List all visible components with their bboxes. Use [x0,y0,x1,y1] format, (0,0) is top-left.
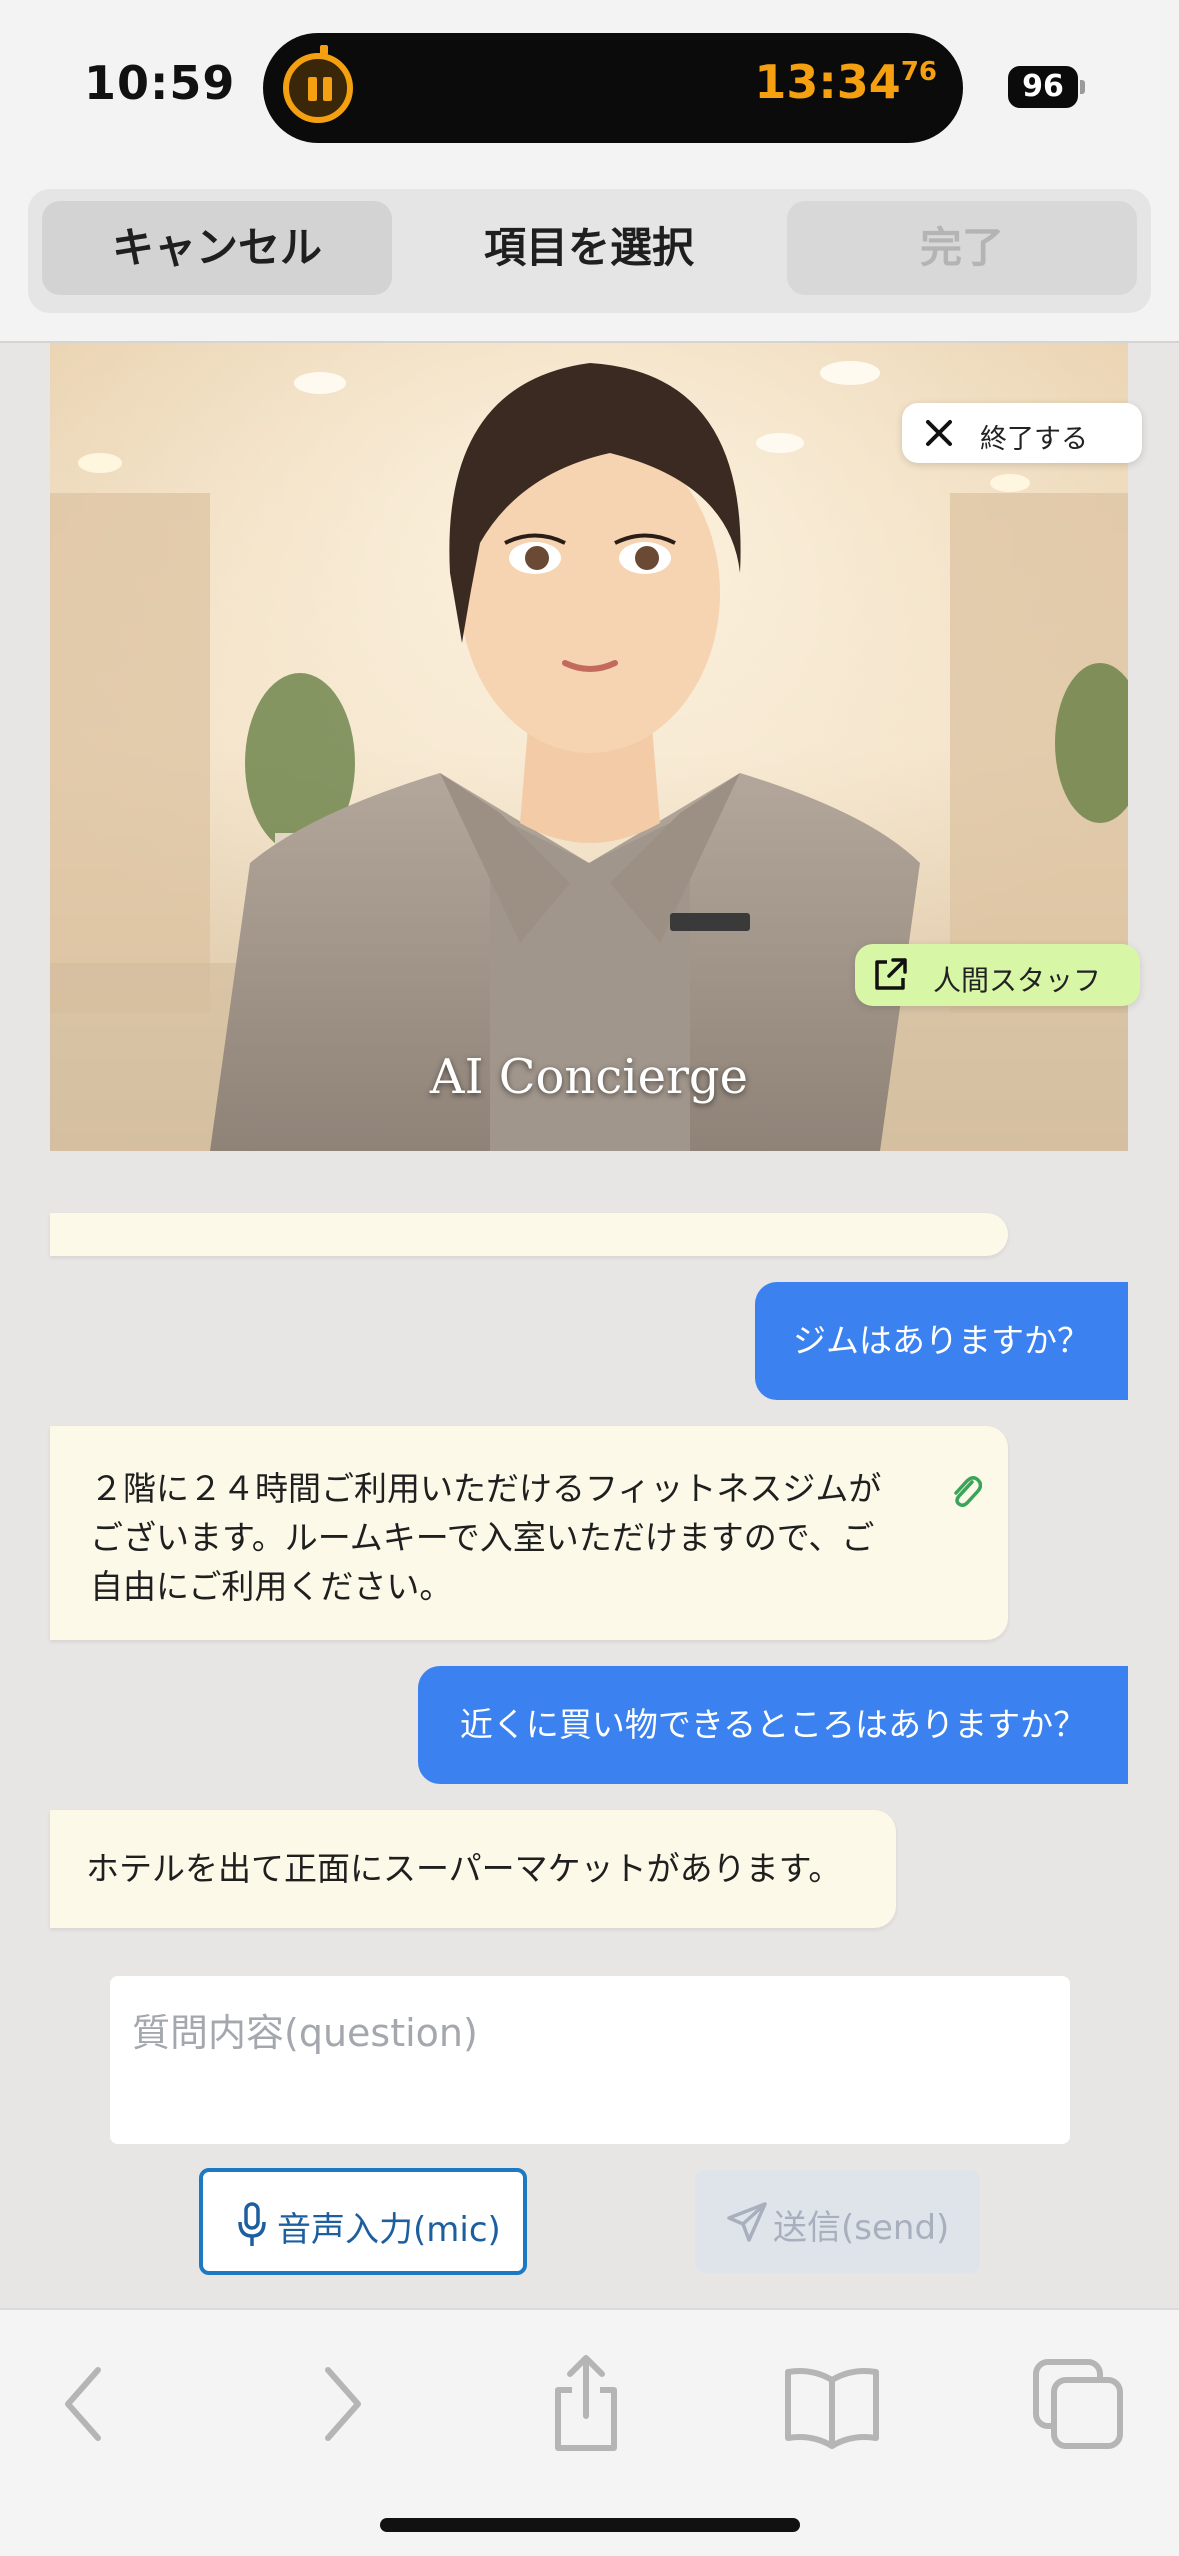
timer-main: 13:34 [754,55,901,109]
end-session-label: 終了する [980,424,1088,455]
forward-icon[interactable] [290,2354,390,2454]
browser-toolbar [0,2308,1179,2556]
done-button[interactable]: 完了 [787,201,1137,295]
end-session-button[interactable]: 終了する [902,403,1142,463]
voice-input-label: 音声入力(mic) [277,2210,501,2250]
selection-title: 項目を選択 [483,223,694,272]
user-message: ジムはありますか？ [755,1282,1128,1400]
human-staff-label: 人間スタッフ [933,964,1102,997]
concierge-avatar-image: AI Concierge [50,343,1128,1151]
battery-indicator: 96 [1008,66,1078,108]
avatar-caption: AI Concierge [429,1049,749,1105]
selection-toolbar: キャンセル 項目を選択 完了 [0,175,1179,343]
send-button[interactable]: 送信(send) [695,2170,980,2273]
voice-input-button[interactable]: 音声入力(mic) [199,2168,527,2275]
paperclip-icon[interactable] [948,1472,982,1510]
ai-message: ホテルを出て正面にスーパーマケットがあります。 [50,1810,896,1928]
question-input[interactable] [110,1976,1070,2144]
battery-tip [1080,80,1085,94]
ai-message-line: ございます。ルームキーで入室いただけますので、ご [90,1518,875,1557]
home-indicator [380,2518,800,2532]
ai-message-line: 自由にご利用ください。 [90,1567,453,1606]
pause-timer-icon[interactable] [283,45,353,123]
ai-message-partial [50,1213,1008,1256]
selection-segment-bar: キャンセル 項目を選択 完了 [28,189,1151,313]
timer-fraction: 76 [900,57,937,87]
tabs-icon[interactable] [1028,2354,1128,2454]
status-time: 10:59 [84,56,236,110]
send-label: 送信(send) [773,2208,950,2248]
bookmarks-icon[interactable] [782,2354,882,2454]
human-staff-button[interactable]: 人間スタッフ [855,944,1140,1006]
concierge-illustration [50,343,1128,1151]
microphone-icon [238,2202,266,2246]
status-bar: 10:59 13:3476 96 [0,0,1179,175]
paper-plane-icon [727,2202,767,2242]
back-icon[interactable] [36,2354,136,2454]
ai-message-line: ２階に２４時間ご利用いただけるフィットネスジムが [90,1469,882,1508]
timer-readout: 13:3476 [754,55,937,109]
cancel-button[interactable]: キャンセル [42,201,392,295]
user-message: 近くに買い物できるところはありますか？ [418,1666,1128,1784]
share-icon[interactable] [536,2354,636,2454]
dynamic-island-timer[interactable]: 13:3476 [263,33,963,143]
close-icon [926,420,952,446]
external-link-icon [875,958,907,990]
ai-message: ２階に２４時間ご利用いただけるフィットネスジムが ございます。ルームキーで入室い… [50,1426,1008,1640]
